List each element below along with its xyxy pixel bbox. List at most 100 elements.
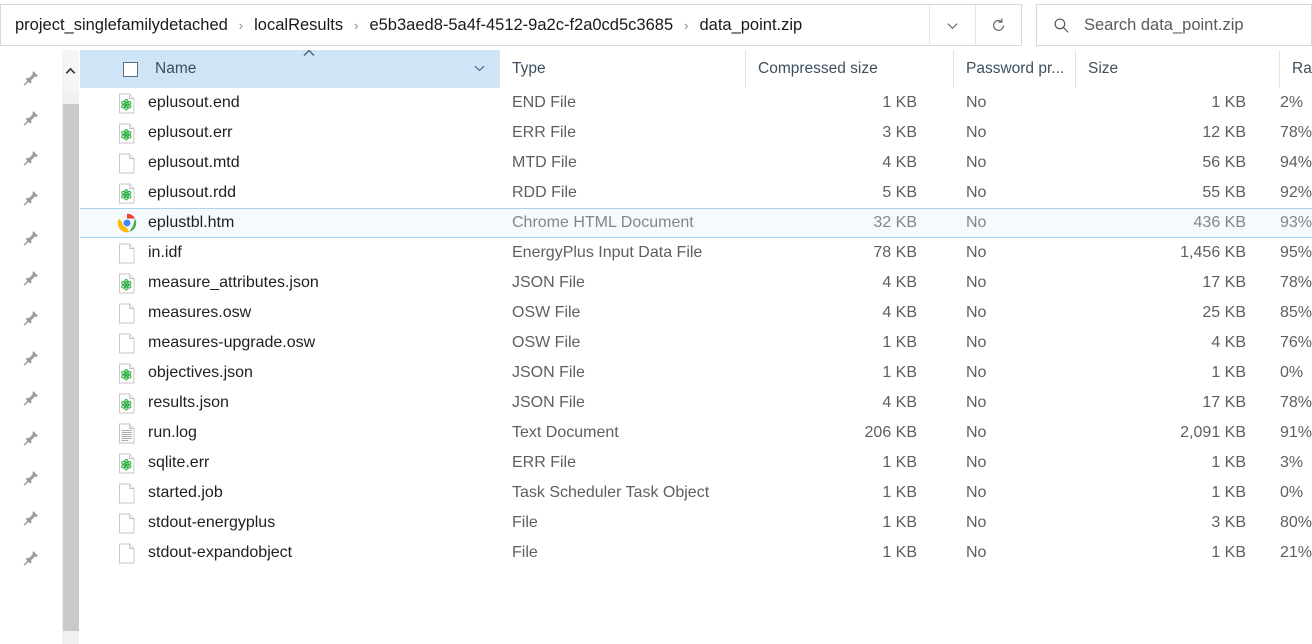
- quick-access-pin-item[interactable]: [0, 258, 62, 298]
- address-bar[interactable]: project_singlefamilydetached › localResult…: [0, 4, 1022, 46]
- file-name-label: measure_attributes.json: [148, 274, 319, 291]
- scroll-up-button[interactable]: [62, 50, 79, 92]
- file-password-cell: No: [966, 124, 987, 141]
- file-type-cell: JSON File: [512, 394, 585, 411]
- file-compressed-size-cell: 1 KB: [882, 544, 917, 561]
- notepadpp-file-icon: [119, 123, 135, 143]
- table-row[interactable]: run.log Text Document 206 KB No 2,091 KB…: [80, 418, 1312, 448]
- quick-access-pin-item[interactable]: [0, 418, 62, 458]
- quick-access-pin-item[interactable]: [0, 218, 62, 258]
- refresh-button[interactable]: [975, 5, 1021, 45]
- file-password-cell: No: [966, 394, 987, 411]
- quick-access-pin-item[interactable]: [0, 378, 62, 418]
- file-name-label: eplusout.end: [148, 94, 240, 111]
- notepadpp-file-icon: [116, 182, 138, 204]
- quick-access-pin-item[interactable]: [0, 458, 62, 498]
- breadcrumb-separator: ›: [238, 17, 244, 33]
- breadcrumb-item[interactable]: project_singlefamilydetached: [11, 13, 232, 38]
- file-name-label: results.json: [148, 394, 229, 411]
- search-input[interactable]: Search data_point.zip: [1084, 16, 1244, 35]
- file-explorer-window: project_singlefamilydetached › localResult…: [0, 0, 1312, 644]
- refresh-icon: [993, 18, 1005, 31]
- table-row[interactable]: eplusout.end END File 1 KB No 1 KB 2%: [80, 88, 1312, 118]
- table-row[interactable]: measure_attributes.json JSON File 4 KB N…: [80, 268, 1312, 298]
- file-name-cell[interactable]: objectives.json: [80, 362, 500, 384]
- quick-access-pin-item[interactable]: [0, 498, 62, 538]
- file-type-cell: JSON File: [512, 274, 585, 291]
- scrollbar-thumb[interactable]: [63, 104, 79, 631]
- quick-access-pin-rail: [0, 50, 62, 644]
- file-compressed-size-cell: 4 KB: [882, 274, 917, 291]
- table-row[interactable]: objectives.json JSON File 1 KB No 1 KB 0…: [80, 358, 1312, 388]
- column-header-ratio[interactable]: Ratio: [1280, 50, 1312, 88]
- file-size-cell: 12 KB: [1202, 124, 1246, 141]
- file-name-cell[interactable]: eplusout.end: [80, 92, 500, 114]
- quick-access-pin-item[interactable]: [0, 538, 62, 578]
- breadcrumb-item[interactable]: localResults: [250, 13, 347, 38]
- table-row[interactable]: stdout-energyplus File 1 KB No 3 KB 80%: [80, 508, 1312, 538]
- quick-access-pin-item[interactable]: [0, 138, 62, 178]
- notepadpp-file-icon: [116, 452, 138, 474]
- table-row[interactable]: stdout-expandobject File 1 KB No 1 KB 21…: [80, 538, 1312, 568]
- file-name-cell[interactable]: eplusout.rdd: [80, 182, 500, 204]
- vertical-scrollbar[interactable]: [62, 50, 80, 644]
- table-row[interactable]: eplustbl.htm Chrome HTML Document 32 KB …: [80, 208, 1312, 238]
- file-name-cell[interactable]: stdout-energyplus: [80, 512, 500, 534]
- file-size-cell: 25 KB: [1202, 304, 1246, 321]
- table-row[interactable]: in.idf EnergyPlus Input Data File 78 KB …: [80, 238, 1312, 268]
- file-name-cell[interactable]: eplustbl.htm: [80, 212, 500, 234]
- table-row[interactable]: measures-upgrade.osw OSW File 1 KB No 4 …: [80, 328, 1312, 358]
- pin-icon: [23, 390, 38, 406]
- file-compressed-size-cell: 3 KB: [882, 124, 917, 141]
- file-name-cell[interactable]: eplusout.err: [80, 122, 500, 144]
- file-name-cell[interactable]: measures-upgrade.osw: [80, 332, 500, 354]
- breadcrumb-item[interactable]: data_point.zip: [695, 13, 806, 38]
- column-header-name-dropdown-icon[interactable]: [473, 63, 486, 75]
- file-name-cell[interactable]: run.log: [80, 422, 500, 444]
- table-row[interactable]: measures.osw OSW File 4 KB No 25 KB 85%: [80, 298, 1312, 328]
- table-row[interactable]: eplusout.mtd MTD File 4 KB No 56 KB 94%: [80, 148, 1312, 178]
- quick-access-pin-item[interactable]: [0, 178, 62, 218]
- file-type-cell: OSW File: [512, 334, 581, 351]
- file-name-cell[interactable]: results.json: [80, 392, 500, 414]
- file-name-cell[interactable]: in.idf: [80, 242, 500, 264]
- quick-access-pin-item[interactable]: [0, 98, 62, 138]
- file-compressed-size-cell: 1 KB: [882, 514, 917, 531]
- sort-ascending-caret-icon: [302, 50, 316, 60]
- table-row[interactable]: results.json JSON File 4 KB No 17 KB 78%: [80, 388, 1312, 418]
- file-name-cell[interactable]: measure_attributes.json: [80, 272, 500, 294]
- search-bar[interactable]: Search data_point.zip: [1036, 4, 1312, 46]
- file-name-cell[interactable]: measures.osw: [80, 302, 500, 324]
- quick-access-pin-item[interactable]: [0, 298, 62, 338]
- table-row[interactable]: sqlite.err ERR File 1 KB No 1 KB 3%: [80, 448, 1312, 478]
- file-name-cell[interactable]: eplusout.mtd: [80, 152, 500, 174]
- column-header-name[interactable]: Name: [80, 50, 500, 88]
- column-header-size[interactable]: Size: [1076, 50, 1280, 88]
- column-header-compressed-size[interactable]: Compressed size: [746, 50, 954, 88]
- file-name-label: in.idf: [148, 244, 182, 261]
- text-document-icon: [116, 422, 138, 444]
- address-history-dropdown-button[interactable]: [929, 5, 975, 45]
- blank-file-icon: [119, 333, 135, 353]
- file-compressed-size-cell: 206 KB: [864, 424, 917, 441]
- file-name-cell[interactable]: stdout-expandobject: [80, 542, 500, 564]
- quick-access-pin-item[interactable]: [0, 338, 62, 378]
- breadcrumb: project_singlefamilydetached › localResult…: [1, 13, 929, 38]
- file-name-cell[interactable]: sqlite.err: [80, 452, 500, 474]
- select-all-checkbox[interactable]: [123, 61, 138, 77]
- file-name-cell[interactable]: started.job: [80, 482, 500, 504]
- table-row[interactable]: eplusout.rdd RDD File 5 KB No 55 KB 92%: [80, 178, 1312, 208]
- column-header-type[interactable]: Type: [500, 50, 746, 88]
- pin-icon: [23, 550, 38, 566]
- scroll-up-arrow-icon: [65, 67, 76, 74]
- table-row[interactable]: started.job Task Scheduler Task Object 1…: [80, 478, 1312, 508]
- file-ratio-cell: 0%: [1280, 364, 1304, 381]
- file-name-label: started.job: [148, 484, 223, 501]
- file-ratio-cell: 85%: [1280, 304, 1312, 321]
- quick-access-pin-item[interactable]: [0, 58, 62, 98]
- file-type-cell: File: [512, 544, 538, 561]
- table-row[interactable]: eplusout.err ERR File 3 KB No 12 KB 78%: [80, 118, 1312, 148]
- column-header-password-protected[interactable]: Password pr...: [954, 50, 1076, 88]
- breadcrumb-item[interactable]: e5b3aed8-5a4f-4512-9a2c-f2a0cd5c3685: [365, 13, 677, 38]
- file-type-cell: END File: [512, 94, 577, 111]
